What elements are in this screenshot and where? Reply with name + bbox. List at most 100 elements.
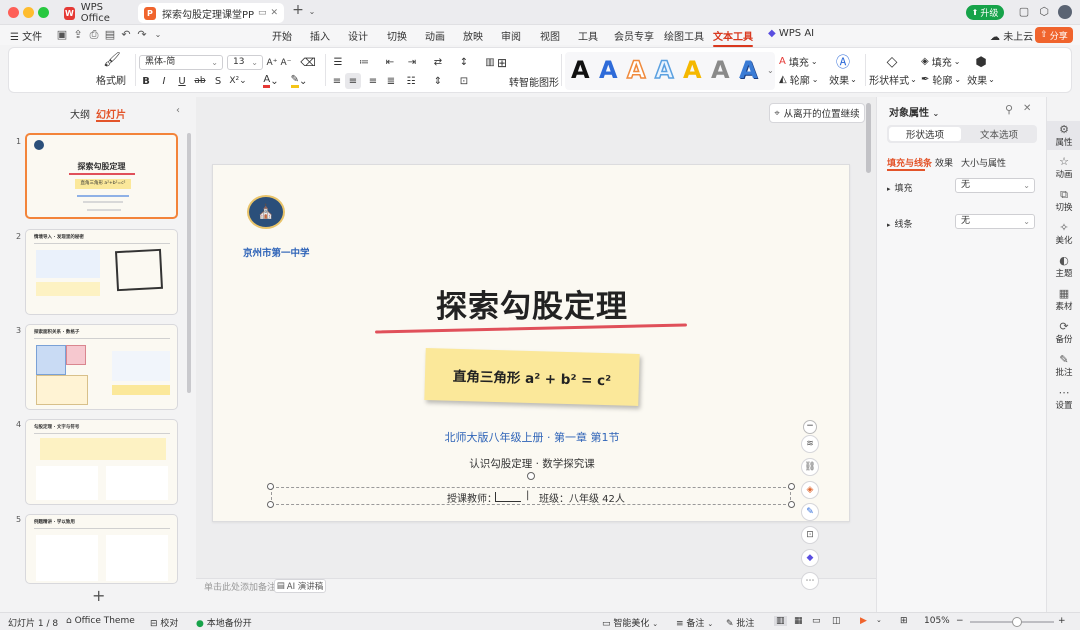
more-chevron-icon[interactable]: ⌄ <box>152 29 164 41</box>
sidebar-item-properties[interactable]: ⚙ 属性 <box>1047 121 1080 150</box>
link-icon[interactable]: ⛓ <box>801 458 819 476</box>
continue-from-last-button[interactable]: ⌖ 从离开的位置继续 <box>769 103 865 123</box>
window-mode-icon[interactable]: ▢ <box>1018 6 1030 18</box>
zoom-in-button[interactable]: + <box>1058 616 1066 626</box>
menu-tools[interactable]: 工具 <box>578 28 598 43</box>
wordart-style-blue[interactable]: A <box>599 56 618 84</box>
formula-sticky-note[interactable]: 直角三角形 a² + b² = c² <box>424 348 640 406</box>
menu-file[interactable]: ☰ 文件 <box>10 28 42 43</box>
wordart-style-yellow[interactable]: A <box>683 56 702 84</box>
slide-thumbnail-1[interactable]: 探索勾股定理 直角三角形 a²+b²=c² <box>25 133 178 219</box>
smart-shape-icon[interactable]: ⊞ <box>493 55 511 70</box>
outline-pen-icon[interactable]: ✎ <box>801 503 819 521</box>
format-painter-label[interactable]: 格式刷 <box>91 72 131 87</box>
tab-slides[interactable]: 幻灯片 <box>96 106 126 121</box>
sidebar-item-settings[interactable]: ⋯ 设置 <box>1047 386 1080 411</box>
wordart-style-gray[interactable]: A <box>711 56 730 84</box>
clear-format-icon[interactable]: ⌫ <box>300 55 316 70</box>
add-slide-icon[interactable]: + <box>92 586 105 605</box>
smart-shape-button[interactable]: 转智能图形 <box>503 74 565 89</box>
line-select[interactable]: 无 ⌄ <box>955 214 1035 229</box>
share-button[interactable]: ⇧ 分享 <box>1035 27 1073 43</box>
tab-list-chevron-icon[interactable]: ⌄ <box>306 6 318 18</box>
preview-icon[interactable]: ▤ <box>104 29 116 41</box>
reading-view-icon[interactable]: ▭ <box>812 616 821 626</box>
crop-icon[interactable]: ⊡ <box>801 526 819 544</box>
menu-transition[interactable]: 切换 <box>387 28 407 43</box>
play-slideshow-icon[interactable]: ▶ <box>860 616 867 626</box>
wordart-style-shadow-blue[interactable]: A <box>739 56 758 84</box>
shape-style-icon[interactable]: ◇ <box>877 53 907 71</box>
slide-sorter-icon[interactable]: ▦ <box>794 616 803 626</box>
ai-assistant-icon[interactable]: ◆ <box>801 549 819 567</box>
maximize-window-icon[interactable] <box>38 7 49 18</box>
slide-title[interactable]: 探索勾股定理 <box>213 281 851 326</box>
new-tab-icon[interactable]: + <box>292 3 304 17</box>
vertical-align-icon[interactable]: ⇕ <box>429 74 447 88</box>
resize-handle[interactable] <box>788 501 795 508</box>
close-window-icon[interactable] <box>8 7 19 18</box>
menu-text-tools[interactable]: 文本工具 <box>713 28 753 47</box>
teacher-info-textbox[interactable] <box>271 487 791 505</box>
sidebar-item-transition[interactable]: ⧉ 切换 <box>1047 188 1080 213</box>
superscript-icon[interactable]: X²⌄ <box>229 74 247 88</box>
menu-view[interactable]: 视图 <box>540 28 560 43</box>
tab-text-options[interactable]: 文本选项 <box>963 127 1035 141</box>
wordart-style-orange-outline[interactable]: A <box>626 55 646 85</box>
sidebar-item-animation[interactable]: ☆ 动画 <box>1047 155 1080 180</box>
italic-icon[interactable]: I <box>157 74 171 88</box>
shape-effect-icon[interactable]: ⬢ <box>969 53 993 71</box>
fill-bucket-icon[interactable]: ◈ <box>801 481 819 499</box>
canvas-vertical-scrollbar[interactable] <box>866 103 871 173</box>
align-left-icon[interactable]: ≡ <box>329 74 345 88</box>
tab-shape-options[interactable]: 形状选项 <box>889 127 961 141</box>
undo-icon[interactable]: ↶ <box>120 29 132 41</box>
shadow-text-icon[interactable]: S <box>211 74 225 88</box>
bold-icon[interactable]: B <box>139 74 153 88</box>
minimize-window-icon[interactable] <box>23 7 34 18</box>
menu-review[interactable]: 审阅 <box>501 28 521 43</box>
numbered-list-icon[interactable]: ≔ <box>355 55 373 70</box>
theme-indicator[interactable]: ⌂ Office Theme <box>66 616 135 626</box>
menu-drawing-tools[interactable]: 绘图工具 <box>664 28 704 43</box>
resize-handle[interactable] <box>267 483 274 490</box>
subtab-fill-line[interactable]: 填充与线条 <box>887 156 932 169</box>
cube-icon[interactable]: ⬡ <box>1038 6 1050 18</box>
align-right-icon[interactable]: ≡ <box>365 74 381 88</box>
font-size-select[interactable]: 13 ⌄ <box>227 55 263 70</box>
menu-home[interactable]: 开始 <box>272 28 292 43</box>
rotate-handle-icon[interactable] <box>527 472 535 480</box>
menu-insert[interactable]: 插入 <box>310 28 330 43</box>
menu-design[interactable]: 设计 <box>348 28 368 43</box>
more-options-icon[interactable]: ⋯ <box>801 572 819 590</box>
local-backup-status[interactable]: ● 本地备份开 <box>196 616 252 629</box>
text-outline-button[interactable]: ◭ 轮廓 ⌄ <box>779 72 827 87</box>
slide-thumbnail-2[interactable]: 情境导入 · 发现里的秘密 <box>25 229 178 315</box>
line-section[interactable]: ▸ 线条 <box>887 217 913 230</box>
indent-decrease-icon[interactable]: ⇤ <box>381 55 399 70</box>
slide-thumbnail-4[interactable]: 勾股定理 · 文字与符号 <box>25 419 178 505</box>
text-effect-icon[interactable]: Ⓐ <box>829 53 857 71</box>
avatar[interactable] <box>1058 5 1072 19</box>
slide-thumbnail-5[interactable]: 例题精讲 · 学以致用 <box>25 514 178 584</box>
font-name-select[interactable]: 黑体-简 ⌄ <box>139 55 223 70</box>
format-painter-icon[interactable]: 🖌 <box>97 51 127 69</box>
collapse-pane-icon[interactable]: ‹ <box>176 105 180 116</box>
indent-increase-icon[interactable]: ⇥ <box>403 55 421 70</box>
font-color-icon[interactable]: A ⌄ <box>261 74 281 88</box>
zoom-level[interactable]: 105% <box>924 616 950 626</box>
justify-icon[interactable]: ≣ <box>383 74 399 88</box>
close-pane-icon[interactable]: ✕ <box>1023 103 1031 114</box>
fill-section[interactable]: ▸ 填充 <box>887 181 913 194</box>
sidebar-item-theme[interactable]: ◐ 主题 <box>1047 254 1080 279</box>
line-spacing-icon[interactable]: ↕ <box>455 55 473 70</box>
slide-thumbnail-3[interactable]: 探索面积关系 · 数格子 <box>25 324 178 410</box>
pane-title[interactable]: 对象属性 ⌄ <box>889 104 939 119</box>
bullet-list-icon[interactable]: ☰ <box>329 55 347 70</box>
shape-fill-button[interactable]: ◈ 填充 ⌄ <box>921 54 969 69</box>
sidebar-item-comments[interactable]: ✎ 批注 <box>1047 353 1080 378</box>
notes-placeholder[interactable]: 单击此处添加备注 <box>204 580 276 593</box>
shape-style-button[interactable]: 形状样式 ⌄ <box>867 72 919 87</box>
pin-icon[interactable]: ⚲ <box>1005 103 1013 116</box>
menu-wps-ai[interactable]: ◆ WPS AI <box>768 28 814 39</box>
